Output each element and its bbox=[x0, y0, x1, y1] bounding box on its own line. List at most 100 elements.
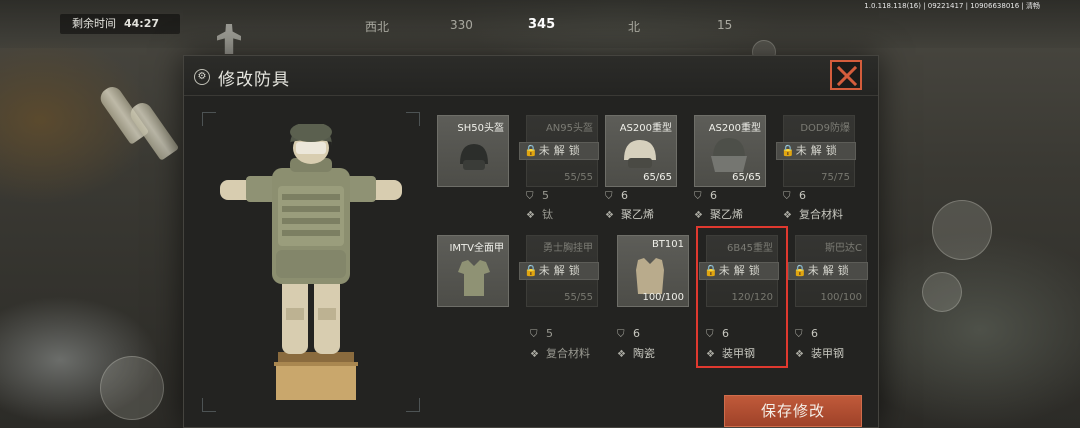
locked-tag: 🔒未解锁 bbox=[519, 142, 599, 160]
frame-corner bbox=[406, 398, 420, 412]
durability: 75/75 bbox=[821, 172, 850, 183]
material-icon: ❖ bbox=[694, 210, 703, 221]
armor-material: ❖ 聚乙烯 bbox=[605, 208, 654, 221]
shield-icon: ⛉ bbox=[530, 329, 538, 340]
helmet-card[interactable]: SH50头盔 bbox=[437, 115, 509, 187]
item-name: 勇士胸挂甲 bbox=[543, 243, 593, 254]
helmet-card[interactable]: AS200重型 65/65 bbox=[694, 115, 766, 187]
item-name: AN95头盔 bbox=[545, 123, 593, 134]
vest-card[interactable]: 勇士胸挂甲 🔒未解锁 55/55 bbox=[519, 235, 599, 307]
armor-settings-icon: ⚙ bbox=[194, 69, 210, 85]
durability: 65/65 bbox=[732, 172, 761, 183]
vest-icon bbox=[458, 260, 490, 296]
locked-label: 未解锁 bbox=[538, 264, 584, 277]
frame-corner bbox=[202, 112, 216, 126]
frame-corner bbox=[202, 398, 216, 412]
durability: 100/100 bbox=[642, 292, 684, 303]
durability: 120/120 bbox=[731, 292, 773, 303]
shield-icon: ⛉ bbox=[783, 191, 791, 202]
shield-icon: ⛉ bbox=[605, 191, 613, 202]
locked-label: 未解锁 bbox=[795, 144, 841, 157]
helmet-card[interactable]: AN95头盔 🔒未解锁 55/55 bbox=[519, 115, 599, 187]
item-name: AS200重型 bbox=[619, 123, 672, 134]
locked-tag: 🔒未解锁 bbox=[699, 262, 779, 280]
version-info: 1.0.118.118(16) | 09221417 | 10906638016… bbox=[864, 2, 1040, 10]
prone-button[interactable] bbox=[922, 272, 962, 312]
armor-level: ⛉ 6 bbox=[694, 189, 717, 202]
item-name: SH50头盔 bbox=[457, 123, 504, 134]
material-icon: ❖ bbox=[530, 349, 539, 360]
vest-card[interactable]: IMTV全面甲 bbox=[437, 235, 509, 307]
item-name: BT101 bbox=[651, 239, 684, 250]
item-name: IMTV全面甲 bbox=[449, 243, 504, 254]
modify-armor-dialog: ⚙ 修改防具 SH50头盔 AN95头盔 🔒未解锁 55/55 AS200重型 … bbox=[183, 55, 879, 428]
vest-card[interactable]: 斯巴达C 🔒未解锁 100/100 bbox=[788, 235, 868, 307]
compass-mark: 西北 bbox=[365, 20, 390, 34]
locked-tag: 🔒未解锁 bbox=[519, 262, 599, 280]
durability: 100/100 bbox=[820, 292, 862, 303]
material-icon: ❖ bbox=[706, 349, 715, 360]
material-icon: ❖ bbox=[795, 349, 804, 360]
armor-material: ❖ 钛 bbox=[526, 208, 553, 221]
shield-icon: ⛉ bbox=[795, 329, 803, 340]
item-name: 6B45重型 bbox=[727, 243, 773, 254]
remaining-time-label: 剩余时间 bbox=[72, 17, 116, 30]
close-button[interactable] bbox=[830, 60, 862, 90]
armored-mannequin bbox=[220, 124, 402, 400]
armor-material: ❖ 陶瓷 bbox=[617, 347, 655, 360]
save-changes-button[interactable]: 保存修改 bbox=[724, 395, 862, 427]
material-icon: ❖ bbox=[526, 210, 535, 221]
armor-level: ⛉ 6 bbox=[617, 327, 640, 340]
locked-tag: 🔒未解锁 bbox=[776, 142, 856, 160]
helmet-card[interactable]: DOD9防爆 🔒未解锁 75/75 bbox=[776, 115, 856, 187]
material-icon: ❖ bbox=[617, 349, 626, 360]
compass-mark: 330 bbox=[450, 18, 473, 32]
armor-level: ⛉ 6 bbox=[605, 189, 628, 202]
durability: 55/55 bbox=[564, 292, 593, 303]
armor-material: ❖ 装甲钢 bbox=[706, 347, 755, 360]
lock-icon: 🔒 bbox=[704, 264, 718, 277]
armor-level: ⛉ 6 bbox=[783, 189, 806, 202]
lock-icon: 🔒 bbox=[524, 264, 538, 277]
shield-icon: ⛉ bbox=[706, 329, 714, 340]
close-icon bbox=[836, 65, 858, 87]
compass-mark: 北 bbox=[628, 20, 641, 34]
compass-mark: 15 bbox=[717, 18, 733, 32]
locked-tag: 🔒未解锁 bbox=[788, 262, 868, 280]
armor-level: ⛉ 6 bbox=[706, 327, 729, 340]
armor-material: ❖ 复合材料 bbox=[783, 208, 843, 221]
armor-level: ⛉ 5 bbox=[526, 189, 549, 202]
dialog-title: 修改防具 bbox=[218, 70, 290, 90]
character-preview[interactable] bbox=[202, 112, 420, 412]
armor-level: ⛉ 6 bbox=[795, 327, 818, 340]
visor-helmet-icon bbox=[711, 138, 747, 172]
helmet-icon bbox=[624, 140, 656, 168]
vest-card[interactable]: BT101 100/100 bbox=[617, 235, 689, 307]
vest-card[interactable]: 6B45重型 🔒未解锁 120/120 bbox=[699, 235, 779, 307]
material-icon: ❖ bbox=[605, 210, 614, 221]
shield-icon: ⛉ bbox=[617, 329, 625, 340]
material-icon: ❖ bbox=[783, 210, 792, 221]
helmet-card[interactable]: AS200重型 65/65 bbox=[605, 115, 677, 187]
lock-icon: 🔒 bbox=[793, 264, 807, 277]
lock-icon: 🔒 bbox=[524, 144, 538, 157]
armor-level: ⛉ 5 bbox=[530, 327, 553, 340]
armor-material: ❖ 聚乙烯 bbox=[694, 208, 743, 221]
joystick[interactable] bbox=[100, 356, 164, 420]
locked-label: 未解锁 bbox=[718, 264, 764, 277]
dialog-header: ⚙ 修改防具 bbox=[184, 56, 878, 96]
durability: 65/65 bbox=[643, 172, 672, 183]
item-name: AS200重型 bbox=[708, 123, 761, 134]
helmet-icon bbox=[460, 144, 488, 170]
shield-icon: ⛉ bbox=[694, 191, 702, 202]
lock-icon: 🔒 bbox=[781, 144, 795, 157]
remaining-time: 剩余时间 44:27 bbox=[60, 14, 180, 34]
remaining-time-value: 44:27 bbox=[124, 17, 160, 30]
shield-icon: ⛉ bbox=[526, 191, 534, 202]
item-name: DOD9防爆 bbox=[800, 123, 850, 134]
locked-label: 未解锁 bbox=[538, 144, 584, 157]
frame-corner bbox=[406, 112, 420, 126]
armor-material: ❖ 复合材料 bbox=[530, 347, 590, 360]
locked-label: 未解锁 bbox=[807, 264, 853, 277]
fire-button[interactable] bbox=[932, 200, 992, 260]
